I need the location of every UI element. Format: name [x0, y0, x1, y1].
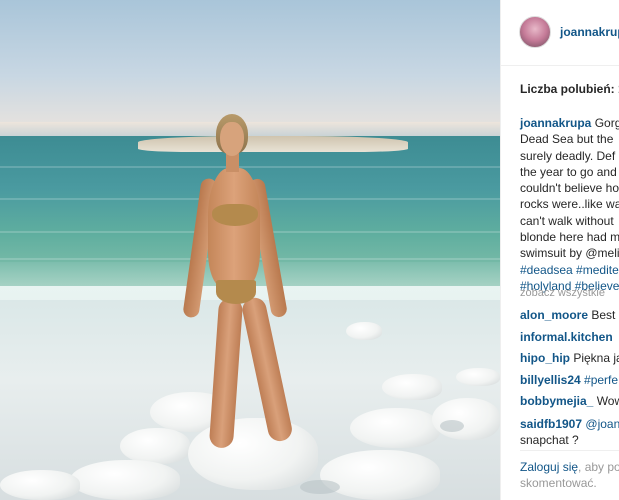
- comment-text: Piękna ja: [570, 351, 619, 365]
- author-username[interactable]: joannakrupa: [560, 25, 619, 39]
- caption-line: couldn't believe ho: [520, 181, 619, 196]
- caption-author[interactable]: joannakrupa: [520, 116, 591, 130]
- comments-list: alon_moore Best informal.kitchen 🍴 hipo_…: [520, 305, 619, 448]
- caption-line: the year to go and: [520, 164, 617, 179]
- login-prompt-text: , aby po: [578, 460, 619, 474]
- caption-line: Dead Sea but the: [520, 132, 614, 147]
- divider: [520, 450, 619, 451]
- caption-line: can't walk without: [520, 213, 614, 228]
- comment-text: Wow: [596, 394, 619, 408]
- comment-username[interactable]: informal.kitchen: [520, 330, 613, 344]
- comment: bobbymejia_ Wow: [520, 391, 619, 413]
- comment-mention[interactable]: @joann: [582, 417, 619, 431]
- login-prompt-text: skomentować.: [520, 476, 597, 490]
- comment-username[interactable]: billyellis24: [520, 373, 581, 387]
- caption-line: swimsuit by @meli: [520, 246, 619, 261]
- comment: hipo_hip Piękna ja: [520, 348, 619, 370]
- comment: alon_moore Best: [520, 305, 619, 327]
- caption-line: blonde here had m: [520, 230, 619, 245]
- view-all-comments-link[interactable]: zobacz wszystkie: [520, 287, 605, 299]
- avatar[interactable]: [519, 16, 551, 48]
- comment-username[interactable]: hipo_hip: [520, 351, 570, 365]
- post-caption: joannakrupa Gorg Dead Sea but the surely…: [520, 115, 619, 294]
- comment-text: 🍴: [613, 330, 619, 344]
- comment-username[interactable]: alon_moore: [520, 308, 588, 322]
- likes-count[interactable]: Liczba polubień: 1: [520, 82, 619, 96]
- comment-username[interactable]: saidfb1907: [520, 417, 582, 431]
- post-photo[interactable]: [0, 0, 500, 500]
- comment-text: Best: [588, 308, 616, 322]
- comment: saidfb1907 @joann: [520, 413, 619, 432]
- comment-hashtag[interactable]: #perfe: [581, 373, 618, 387]
- comment: billyellis24 #perfe: [520, 370, 619, 392]
- post-header: joannakrupa: [501, 0, 619, 66]
- caption-line: rocks were..like wa: [520, 197, 619, 212]
- caption-line: Gorg: [594, 116, 619, 130]
- login-prompt: Zaloguj się, aby po skomentować.: [520, 459, 619, 491]
- comment: informal.kitchen 🍴: [520, 327, 619, 349]
- comment-username[interactable]: bobbymejia_: [520, 394, 593, 408]
- comment-continuation: snapchat ?: [520, 432, 579, 447]
- login-link[interactable]: Zaloguj się: [520, 460, 578, 474]
- post-sidebar: joannakrupa Liczba polubień: 1 joannakru…: [500, 0, 619, 500]
- woman-figure: [182, 112, 316, 462]
- caption-hashtags[interactable]: #deadsea #medite: [520, 262, 619, 278]
- caption-line: surely deadly. Def: [520, 148, 616, 163]
